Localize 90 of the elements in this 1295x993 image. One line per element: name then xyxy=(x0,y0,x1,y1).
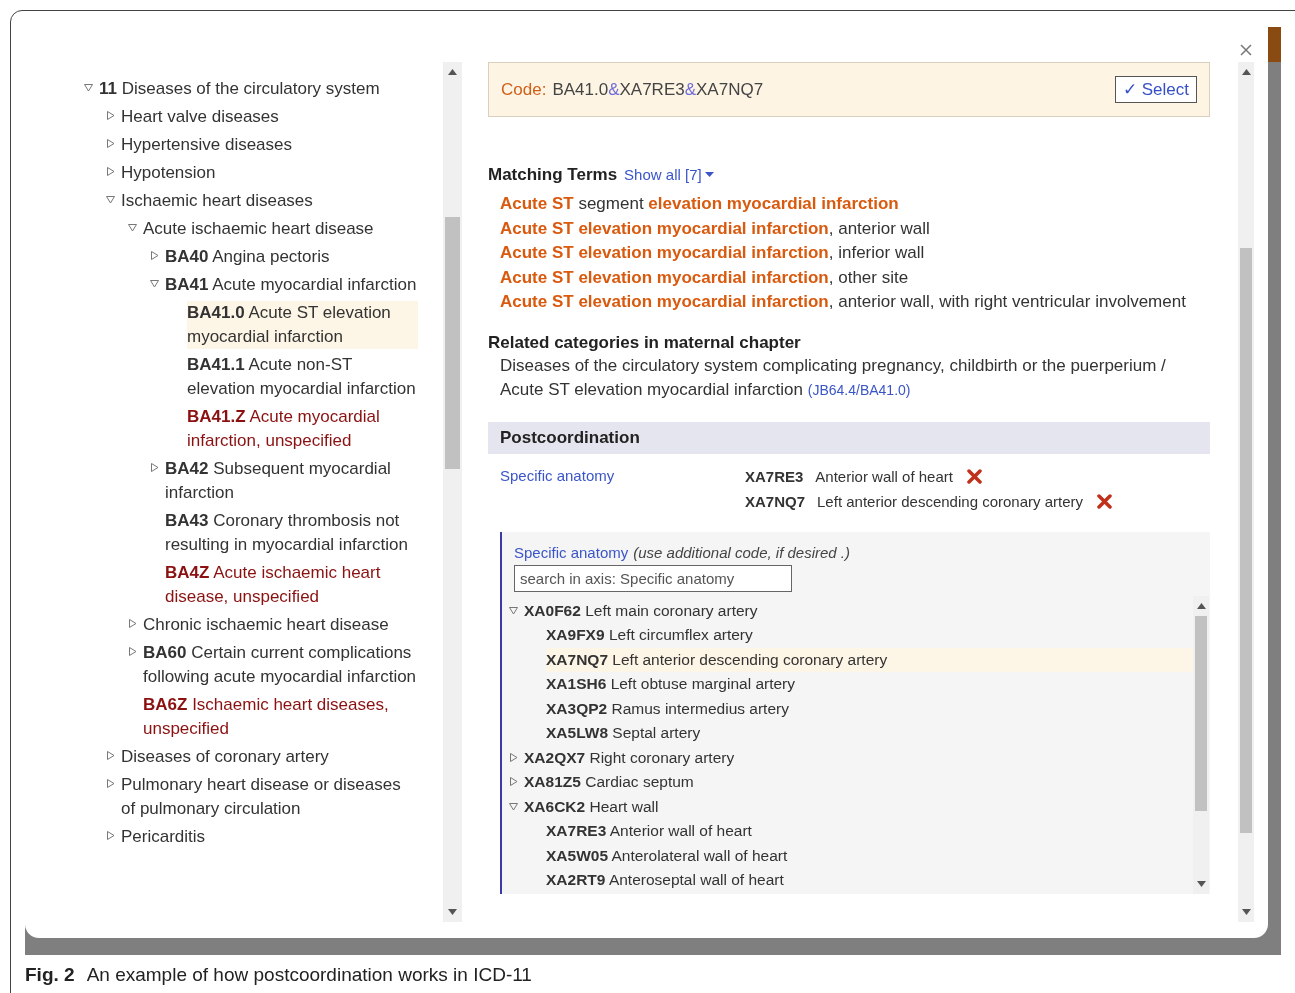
scroll-up-icon[interactable] xyxy=(448,69,457,75)
tree-item[interactable]: XA5W05 Anterolateral wall of heart xyxy=(546,843,788,868)
down-triangle-icon[interactable] xyxy=(106,195,115,204)
value-code: XA7NQ7 xyxy=(745,491,806,512)
tree-item[interactable]: Chronic ischaemic heart disease xyxy=(143,613,418,637)
right-triangle-icon[interactable] xyxy=(509,777,518,786)
tree-item[interactable]: BA41.1 Acute non-ST elevation myocardial infarction xyxy=(187,353,418,401)
show-all-link[interactable]: Show all [7] xyxy=(624,166,714,183)
tree-item[interactable]: XA2RT9 Anteroseptal wall of heart xyxy=(546,868,784,893)
tree-item[interactable]: BA41.0 Acute ST elevation myocardial infarction xyxy=(187,301,418,349)
tree-item[interactable]: Acute ischaemic heart disease xyxy=(143,217,418,241)
tree-item[interactable]: BA42 Subsequent myocardial infarction xyxy=(165,457,418,505)
scrollbar-thumb[interactable] xyxy=(445,217,460,469)
scroll-down-icon[interactable] xyxy=(448,909,457,915)
tree-item[interactable]: BA41 Acute myocardial infarction xyxy=(165,273,418,297)
tree-item[interactable]: XA1SH6 Left obtuse marginal artery xyxy=(546,672,795,697)
tree-item[interactable]: XA7NQ7 Left anterior descending coronary artery xyxy=(546,647,1193,672)
right-triangle-icon[interactable] xyxy=(106,139,115,148)
scroll-down-icon[interactable] xyxy=(1241,909,1251,915)
axis-link[interactable]: Specific anatomy xyxy=(514,541,629,564)
right-triangle-icon[interactable] xyxy=(106,751,115,760)
search-field[interactable]: search in axis: Specific anatomy xyxy=(514,564,792,592)
tree-item[interactable]: XA3QP2 Ramus intermedius artery xyxy=(546,696,789,721)
value-name: Left anterior descending coronary artery xyxy=(817,491,1083,512)
matching-term: Acute ST elevation myocardial infarction, anterior wall xyxy=(500,217,931,240)
tree-item[interactable]: 11 Diseases of the circulatory system xyxy=(99,77,418,101)
matching-term: Acute ST elevation myocardial infarction, other site xyxy=(500,266,910,289)
value-name: Anterior wall of heart xyxy=(815,466,953,487)
tree-item[interactable]: BA60 Certain current complications following acute myocardial infarction xyxy=(143,641,418,689)
figure-caption: Fig. 2 An example of how postcoordination works in ICD-11 xyxy=(25,964,533,986)
scroll-up-icon[interactable] xyxy=(1241,69,1251,75)
scrollbar-thumb[interactable] xyxy=(1240,248,1252,833)
close-icon[interactable] xyxy=(1240,44,1252,56)
scrollbar[interactable] xyxy=(1193,595,1209,894)
caret-icon[interactable] xyxy=(704,172,714,177)
matching-term: Acute ST elevation myocardial infarction, anterior wall, with right ventricular involvement xyxy=(500,291,1187,313)
tree-item[interactable]: BA40 Angina pectoris xyxy=(165,245,418,269)
right-triangle-icon[interactable] xyxy=(128,647,137,656)
right-triangle-icon[interactable] xyxy=(106,831,115,840)
section-heading: Postcoordination xyxy=(500,427,640,448)
code-value: BA41.0&XA7RE3&XA7NQ7 xyxy=(552,79,765,100)
tree-item[interactable]: Pericarditis xyxy=(121,825,418,849)
right-triangle-icon[interactable] xyxy=(106,167,115,176)
tree-item[interactable]: XA7RE3 Anterior wall of heart xyxy=(546,819,752,844)
axis-hint: (use additional code, if desired .) xyxy=(633,542,851,563)
scroll-down-icon[interactable] xyxy=(1196,880,1206,887)
tree-item[interactable]: BA4Z Acute ischaemic heart disease, unspecified xyxy=(165,561,418,609)
tree-item[interactable]: XA5LW8 Septal artery xyxy=(546,721,701,746)
remove-icon[interactable] xyxy=(1097,493,1112,509)
tree-item[interactable]: Hypotension xyxy=(121,161,418,185)
matching-term: Acute ST segment elevation myocardial infarction xyxy=(500,193,900,215)
right-triangle-icon[interactable] xyxy=(150,463,159,472)
down-triangle-icon[interactable] xyxy=(509,801,518,811)
down-triangle-icon[interactable] xyxy=(509,605,518,615)
background-window-edge xyxy=(1268,27,1281,62)
scrollbar-thumb[interactable] xyxy=(1195,615,1207,811)
scrollbar[interactable] xyxy=(443,62,462,922)
tree-item[interactable]: BA6Z Ischaemic heart diseases, unspecified xyxy=(143,693,418,741)
axis-link[interactable]: Specific anatomy xyxy=(500,463,745,514)
scrollbar[interactable] xyxy=(1238,62,1254,922)
tree-item[interactable]: Ischaemic heart diseases xyxy=(121,189,418,213)
tree-item[interactable]: XA6CK2 Heart wall xyxy=(524,794,659,819)
tree-item[interactable]: Pulmonary heart disease or diseases of pulmonary circulation xyxy=(121,773,418,821)
tree-item[interactable]: Hypertensive diseases xyxy=(121,133,418,157)
tree-item[interactable]: XA0F62 Left main coronary artery xyxy=(524,598,758,623)
down-triangle-icon[interactable] xyxy=(128,223,137,232)
scroll-up-icon[interactable] xyxy=(1196,602,1206,609)
tree-item[interactable]: BA41.Z Acute myocardial infarction, unspecified xyxy=(187,405,418,453)
section-heading: Related categories in maternal chapter xyxy=(488,332,802,353)
value-code: XA7RE3 xyxy=(745,466,804,487)
right-triangle-icon[interactable] xyxy=(150,251,159,260)
right-triangle-icon[interactable] xyxy=(128,619,137,628)
related-category-text: Diseases of the circulatory system complicating pregnancy, childbirth or the puerperium / Acute ST elevation myocardial infarction (JB64.4/BA41.0) xyxy=(499,354,1167,401)
tree-item[interactable]: XA81Z5 Cardiac septum xyxy=(524,770,694,795)
select-button[interactable]: ✓ Select xyxy=(1115,76,1197,103)
right-triangle-icon[interactable] xyxy=(509,752,518,762)
tree-item[interactable]: XA2QX7 Right coronary artery xyxy=(524,745,735,770)
code-label: Code: xyxy=(501,79,547,100)
right-triangle-icon[interactable] xyxy=(106,779,115,788)
tree-item[interactable]: Heart valve diseases xyxy=(121,105,418,129)
tree-item[interactable]: BA43 Coronary thrombosis not resulting in myocardial infarction xyxy=(165,509,418,557)
down-triangle-icon[interactable] xyxy=(150,279,159,288)
section-heading: Matching Terms xyxy=(488,165,618,185)
matching-term: Acute ST elevation myocardial infarction, inferior wall xyxy=(500,242,926,264)
down-triangle-icon[interactable] xyxy=(84,83,93,92)
tree-item[interactable]: XA9FX9 Left circumflex artery xyxy=(546,623,753,648)
right-triangle-icon[interactable] xyxy=(106,111,115,120)
tree-item[interactable]: Diseases of coronary artery xyxy=(121,745,418,769)
remove-icon[interactable] xyxy=(966,468,982,484)
related-code-link[interactable]: (JB64.4/BA41.0) xyxy=(807,382,911,398)
